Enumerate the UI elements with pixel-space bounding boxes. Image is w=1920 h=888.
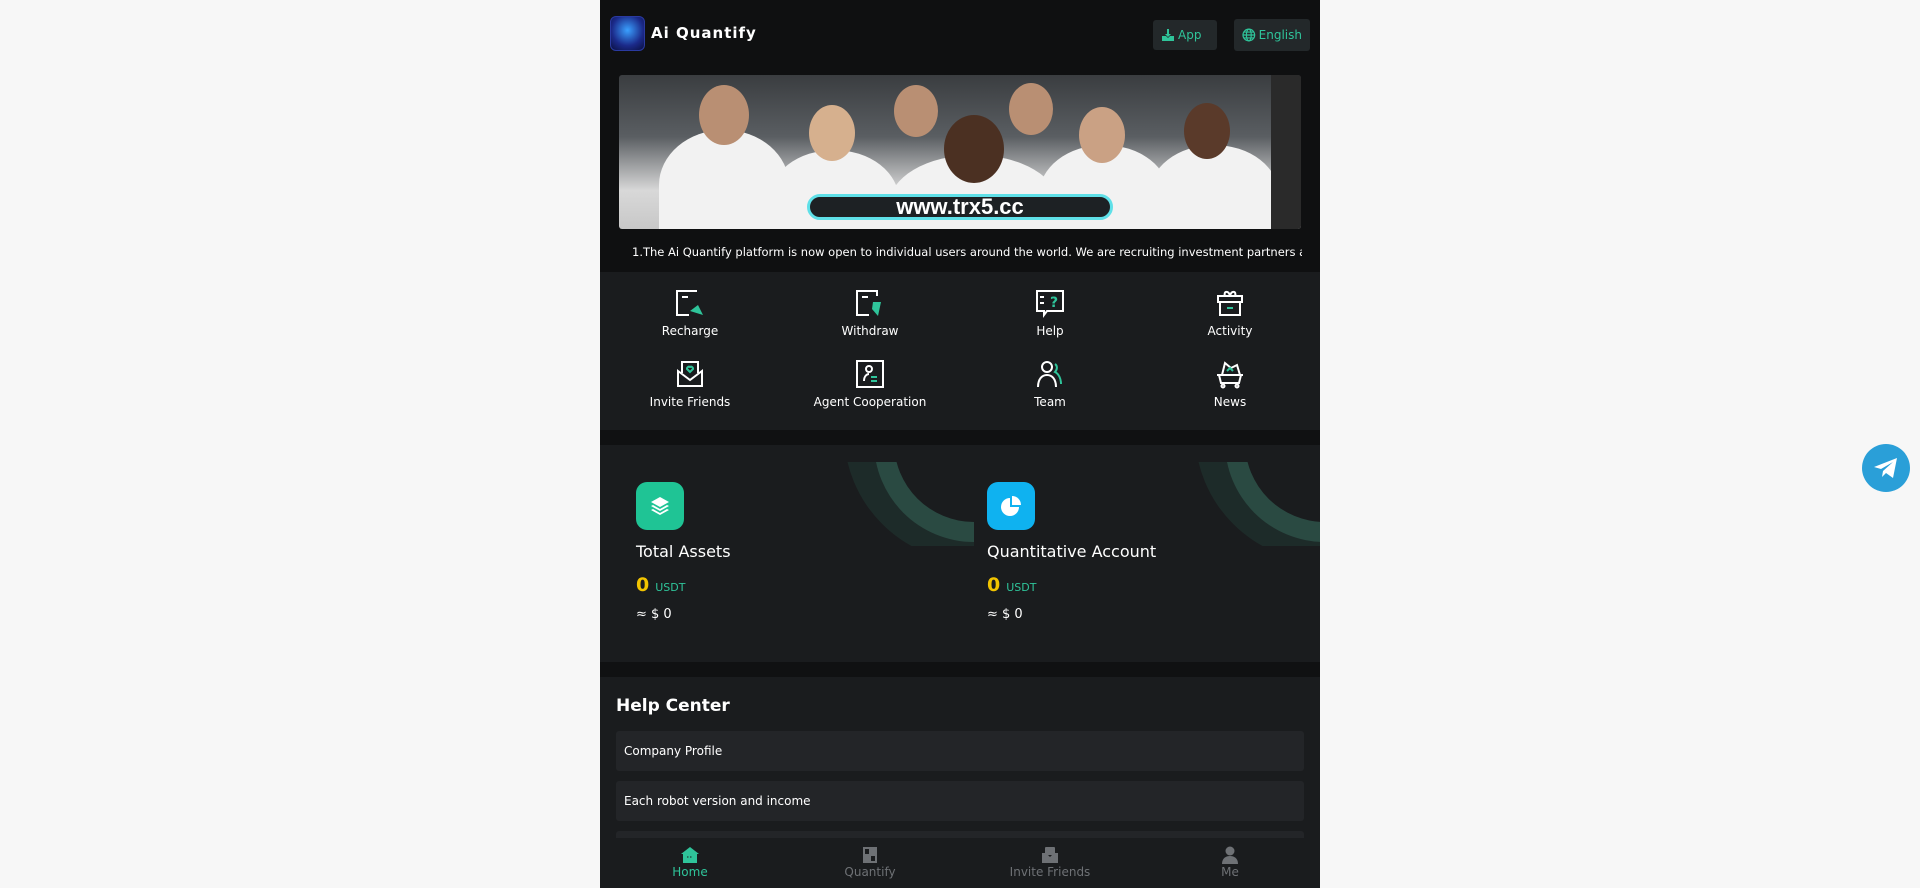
action-label: Agent Cooperation bbox=[813, 395, 927, 409]
quantify-icon bbox=[863, 847, 877, 863]
header: Ai Quantify App English www.trx5.cc 1.Th… bbox=[600, 0, 1320, 272]
nav-label: Quantify bbox=[844, 865, 896, 879]
user-icon bbox=[1222, 846, 1238, 864]
action-team[interactable]: Team bbox=[960, 359, 1140, 409]
app-label: App bbox=[1178, 28, 1202, 42]
globe-icon bbox=[1242, 28, 1256, 42]
card-title: Quantitative Account bbox=[987, 542, 1157, 561]
action-withdraw[interactable]: Withdraw bbox=[780, 288, 960, 338]
telegram-button[interactable] bbox=[1862, 444, 1910, 492]
pie-chart-icon bbox=[987, 482, 1035, 530]
quantitative-account-card[interactable]: Quantitative Account 0 USDT ≈ $ 0 bbox=[987, 462, 1320, 652]
card-unit: USDT bbox=[655, 581, 686, 594]
withdraw-icon bbox=[856, 290, 881, 316]
action-agent-cooperation[interactable]: Agent Cooperation bbox=[780, 359, 960, 409]
decorative-arc bbox=[847, 462, 974, 546]
nav-quantify[interactable]: Quantify bbox=[780, 838, 960, 888]
team-icon bbox=[1037, 361, 1062, 388]
help-icon: ? bbox=[1036, 290, 1064, 318]
help-item[interactable]: Company Profile bbox=[616, 731, 1304, 771]
nav-me[interactable]: Me bbox=[1140, 838, 1320, 888]
decorative-arc bbox=[1198, 462, 1320, 546]
action-label: Help bbox=[1036, 324, 1064, 338]
action-label: News bbox=[1213, 395, 1247, 409]
language-button[interactable]: English bbox=[1234, 19, 1310, 51]
recharge-icon bbox=[676, 290, 703, 316]
gift-icon bbox=[1217, 290, 1243, 316]
help-center-title: Help Center bbox=[616, 696, 730, 716]
news-icon bbox=[1217, 361, 1243, 389]
notice-bar[interactable]: 1.The Ai Quantify platform is now open t… bbox=[622, 240, 1302, 264]
action-label: Activity bbox=[1207, 324, 1253, 338]
action-invite-friends[interactable]: Invite Friends bbox=[600, 359, 780, 409]
quick-actions: Recharge Withdraw ? Help Activity Invite… bbox=[600, 272, 1320, 430]
card-title: Total Assets bbox=[636, 542, 731, 561]
bottom-nav: Home Quantify Invite Friends Me bbox=[600, 838, 1320, 888]
nav-label: Home bbox=[672, 865, 708, 879]
banner-carousel[interactable]: www.trx5.cc bbox=[619, 75, 1301, 229]
action-label: Invite Friends bbox=[649, 395, 731, 409]
card-value: 0 bbox=[987, 574, 1001, 596]
card-unit: USDT bbox=[1006, 581, 1037, 594]
nav-label: Me bbox=[1221, 865, 1239, 879]
svg-text:?: ? bbox=[1050, 295, 1058, 311]
action-activity[interactable]: Activity bbox=[1140, 288, 1320, 338]
nav-home[interactable]: Home bbox=[600, 838, 780, 888]
nav-invite-friends[interactable]: Invite Friends bbox=[960, 838, 1140, 888]
download-app-button[interactable]: App bbox=[1153, 20, 1217, 50]
help-item[interactable]: Each robot version and income bbox=[616, 781, 1304, 821]
app-title: Ai Quantify bbox=[651, 24, 757, 42]
agent-icon bbox=[856, 360, 884, 388]
action-label: Recharge bbox=[661, 324, 719, 338]
divider bbox=[600, 662, 1320, 677]
home-icon bbox=[681, 847, 699, 863]
action-label: Team bbox=[1034, 395, 1066, 409]
inbox-icon bbox=[1042, 847, 1058, 863]
action-help[interactable]: ? Help bbox=[960, 288, 1140, 338]
card-value: 0 bbox=[636, 574, 650, 596]
action-news[interactable]: News bbox=[1140, 359, 1320, 409]
assets-section: Total Assets 0 USDT ≈ $ 0 Quantitative Ac… bbox=[600, 445, 1320, 662]
telegram-icon bbox=[1874, 458, 1897, 478]
action-label: Withdraw bbox=[841, 324, 899, 338]
download-icon bbox=[1162, 29, 1174, 41]
card-approx-value: ≈ $ 0 bbox=[636, 607, 672, 622]
divider bbox=[600, 430, 1320, 445]
total-assets-card[interactable]: Total Assets 0 USDT ≈ $ 0 bbox=[636, 462, 974, 652]
card-approx-value: ≈ $ 0 bbox=[987, 607, 1023, 622]
layers-icon bbox=[636, 482, 684, 530]
envelope-heart-icon bbox=[677, 361, 703, 387]
language-label: English bbox=[1258, 28, 1302, 42]
mobile-app: Ai Quantify App English www.trx5.cc 1.Th… bbox=[600, 0, 1320, 888]
nav-label: Invite Friends bbox=[1009, 865, 1091, 879]
app-logo bbox=[610, 16, 645, 51]
notice-text: 1.The Ai Quantify platform is now open t… bbox=[632, 245, 1302, 259]
help-center: Help Center Company Profile Each robot v… bbox=[600, 677, 1320, 871]
banner-url: www.trx5.cc bbox=[807, 194, 1113, 220]
action-recharge[interactable]: Recharge bbox=[600, 288, 780, 338]
